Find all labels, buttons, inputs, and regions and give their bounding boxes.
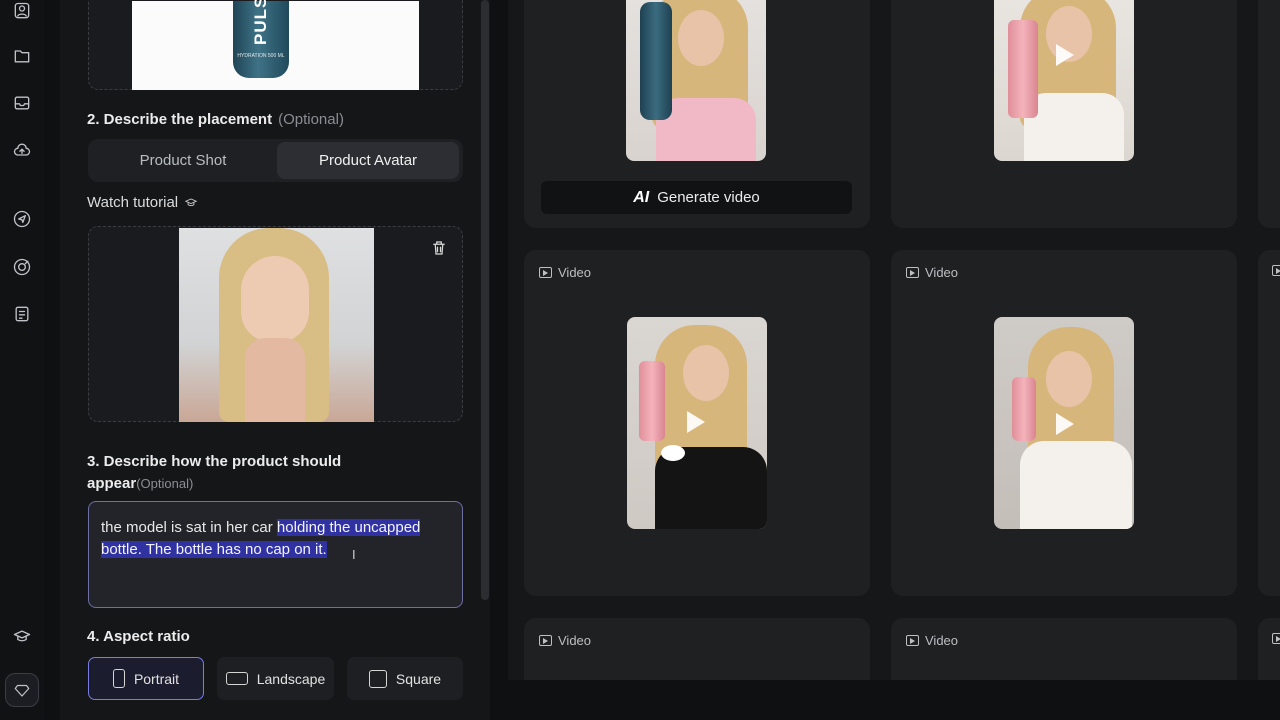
video-icon: [1272, 265, 1280, 276]
trash-icon: [433, 241, 445, 255]
icon-rail: [0, 0, 44, 720]
step3-title-line2: appear: [87, 475, 137, 492]
product-shot-button[interactable]: Product Shot: [92, 142, 274, 179]
landscape-shape-icon: [225, 672, 248, 685]
target-icon[interactable]: [11, 256, 33, 278]
prompt-text: the model is sat in her car: [101, 519, 277, 536]
square-shape-icon: [368, 669, 387, 688]
video-label-text: Video: [925, 633, 959, 648]
video-icon: [1272, 633, 1280, 644]
landscape-ratio-button[interactable]: Landscape: [217, 657, 334, 700]
video-icon: [906, 267, 919, 278]
portrait-ratio-button[interactable]: Portrait: [88, 657, 204, 700]
video-label: Video: [906, 265, 958, 280]
step2-title: 2. Describe the placement: [87, 111, 273, 128]
video-label-text: Video: [558, 633, 592, 648]
gallery-card[interactable]: Video: [524, 250, 870, 596]
ai-icon: AI: [633, 188, 650, 206]
video-label-text: Video: [558, 265, 592, 280]
video-thumbnail[interactable]: [627, 317, 767, 529]
bottle-brand: PULSE: [251, 0, 270, 45]
play-icon: [1056, 413, 1074, 435]
video-thumbnail[interactable]: [994, 317, 1134, 529]
avatar-image: [179, 228, 374, 422]
step4-title: 4. Aspect ratio: [87, 628, 190, 645]
send-icon[interactable]: [11, 208, 33, 230]
portrait-shape-icon: [112, 669, 125, 688]
product-image: PULSE HYDRATION 500 ML: [132, 0, 419, 90]
product-image-dropzone[interactable]: PULSE HYDRATION 500 ML: [88, 0, 463, 90]
document-edit-icon[interactable]: [11, 303, 33, 325]
video-label: [1272, 633, 1280, 644]
portrait-label: Portrait: [133, 670, 180, 687]
square-label: Square: [395, 670, 442, 687]
square-ratio-button[interactable]: Square: [347, 657, 463, 700]
graduation-cap-icon[interactable]: [11, 626, 33, 648]
gallery-card[interactable]: [891, 0, 1237, 228]
diamond-icon[interactable]: [5, 673, 39, 707]
video-label-text: Video: [925, 265, 959, 280]
watch-tutorial-link[interactable]: Watch tutorial: [87, 194, 198, 211]
video-thumbnail[interactable]: [994, 0, 1134, 161]
video-label: Video: [539, 265, 591, 280]
generate-video-label: Generate video: [657, 189, 760, 206]
delete-avatar-button[interactable]: [430, 239, 450, 259]
avatar-dropzone[interactable]: [88, 226, 463, 422]
bottle-subtext: HYDRATION 500 ML: [237, 53, 285, 59]
graduation-cap-icon: [184, 197, 198, 206]
landscape-label: Landscape: [256, 670, 326, 687]
gallery-card[interactable]: [1258, 0, 1280, 228]
step3-title-line1: 3. Describe how the product should: [87, 453, 342, 470]
inbox-icon[interactable]: [11, 92, 33, 114]
play-icon: [687, 411, 705, 433]
video-icon: [539, 267, 552, 278]
video-label: Video: [539, 633, 591, 648]
folder-icon[interactable]: [11, 45, 33, 67]
bottom-edge: [490, 680, 1280, 720]
play-icon: [1056, 44, 1074, 66]
video-thumbnail[interactable]: [626, 0, 766, 161]
placement-toggle: Product Shot Product Avatar: [88, 139, 463, 182]
product-avatar-button[interactable]: Product Avatar: [277, 142, 459, 179]
gallery-card[interactable]: Video: [891, 250, 1237, 596]
panel-scrollbar[interactable]: [481, 0, 489, 600]
video-gallery: AI Generate video Video Video Video Vide…: [508, 0, 1280, 698]
video-label: [1272, 265, 1280, 276]
video-icon: [906, 635, 919, 646]
step3-optional: (Optional): [136, 476, 194, 491]
user-icon[interactable]: [11, 0, 33, 22]
product-appearance-textarea[interactable]: the model is sat in her car holding the …: [88, 501, 463, 608]
watch-tutorial-label: Watch tutorial: [87, 194, 179, 211]
step2-heading: 2. Describe the placement (Optional): [87, 111, 344, 128]
text-cursor-icon: I: [352, 547, 356, 562]
gallery-card[interactable]: [1258, 250, 1280, 596]
video-icon: [539, 635, 552, 646]
step3-heading: 3. Describe how the product should appea…: [87, 451, 341, 495]
app-window: PULSE HYDRATION 500 ML 2. Describe the p…: [0, 0, 1280, 720]
bottle-graphic: PULSE HYDRATION 500 ML: [233, 0, 289, 78]
generate-video-button[interactable]: AI Generate video: [541, 181, 852, 214]
cloud-upload-icon[interactable]: [11, 139, 33, 161]
video-label: Video: [906, 633, 958, 648]
step2-optional: (Optional): [278, 111, 344, 128]
